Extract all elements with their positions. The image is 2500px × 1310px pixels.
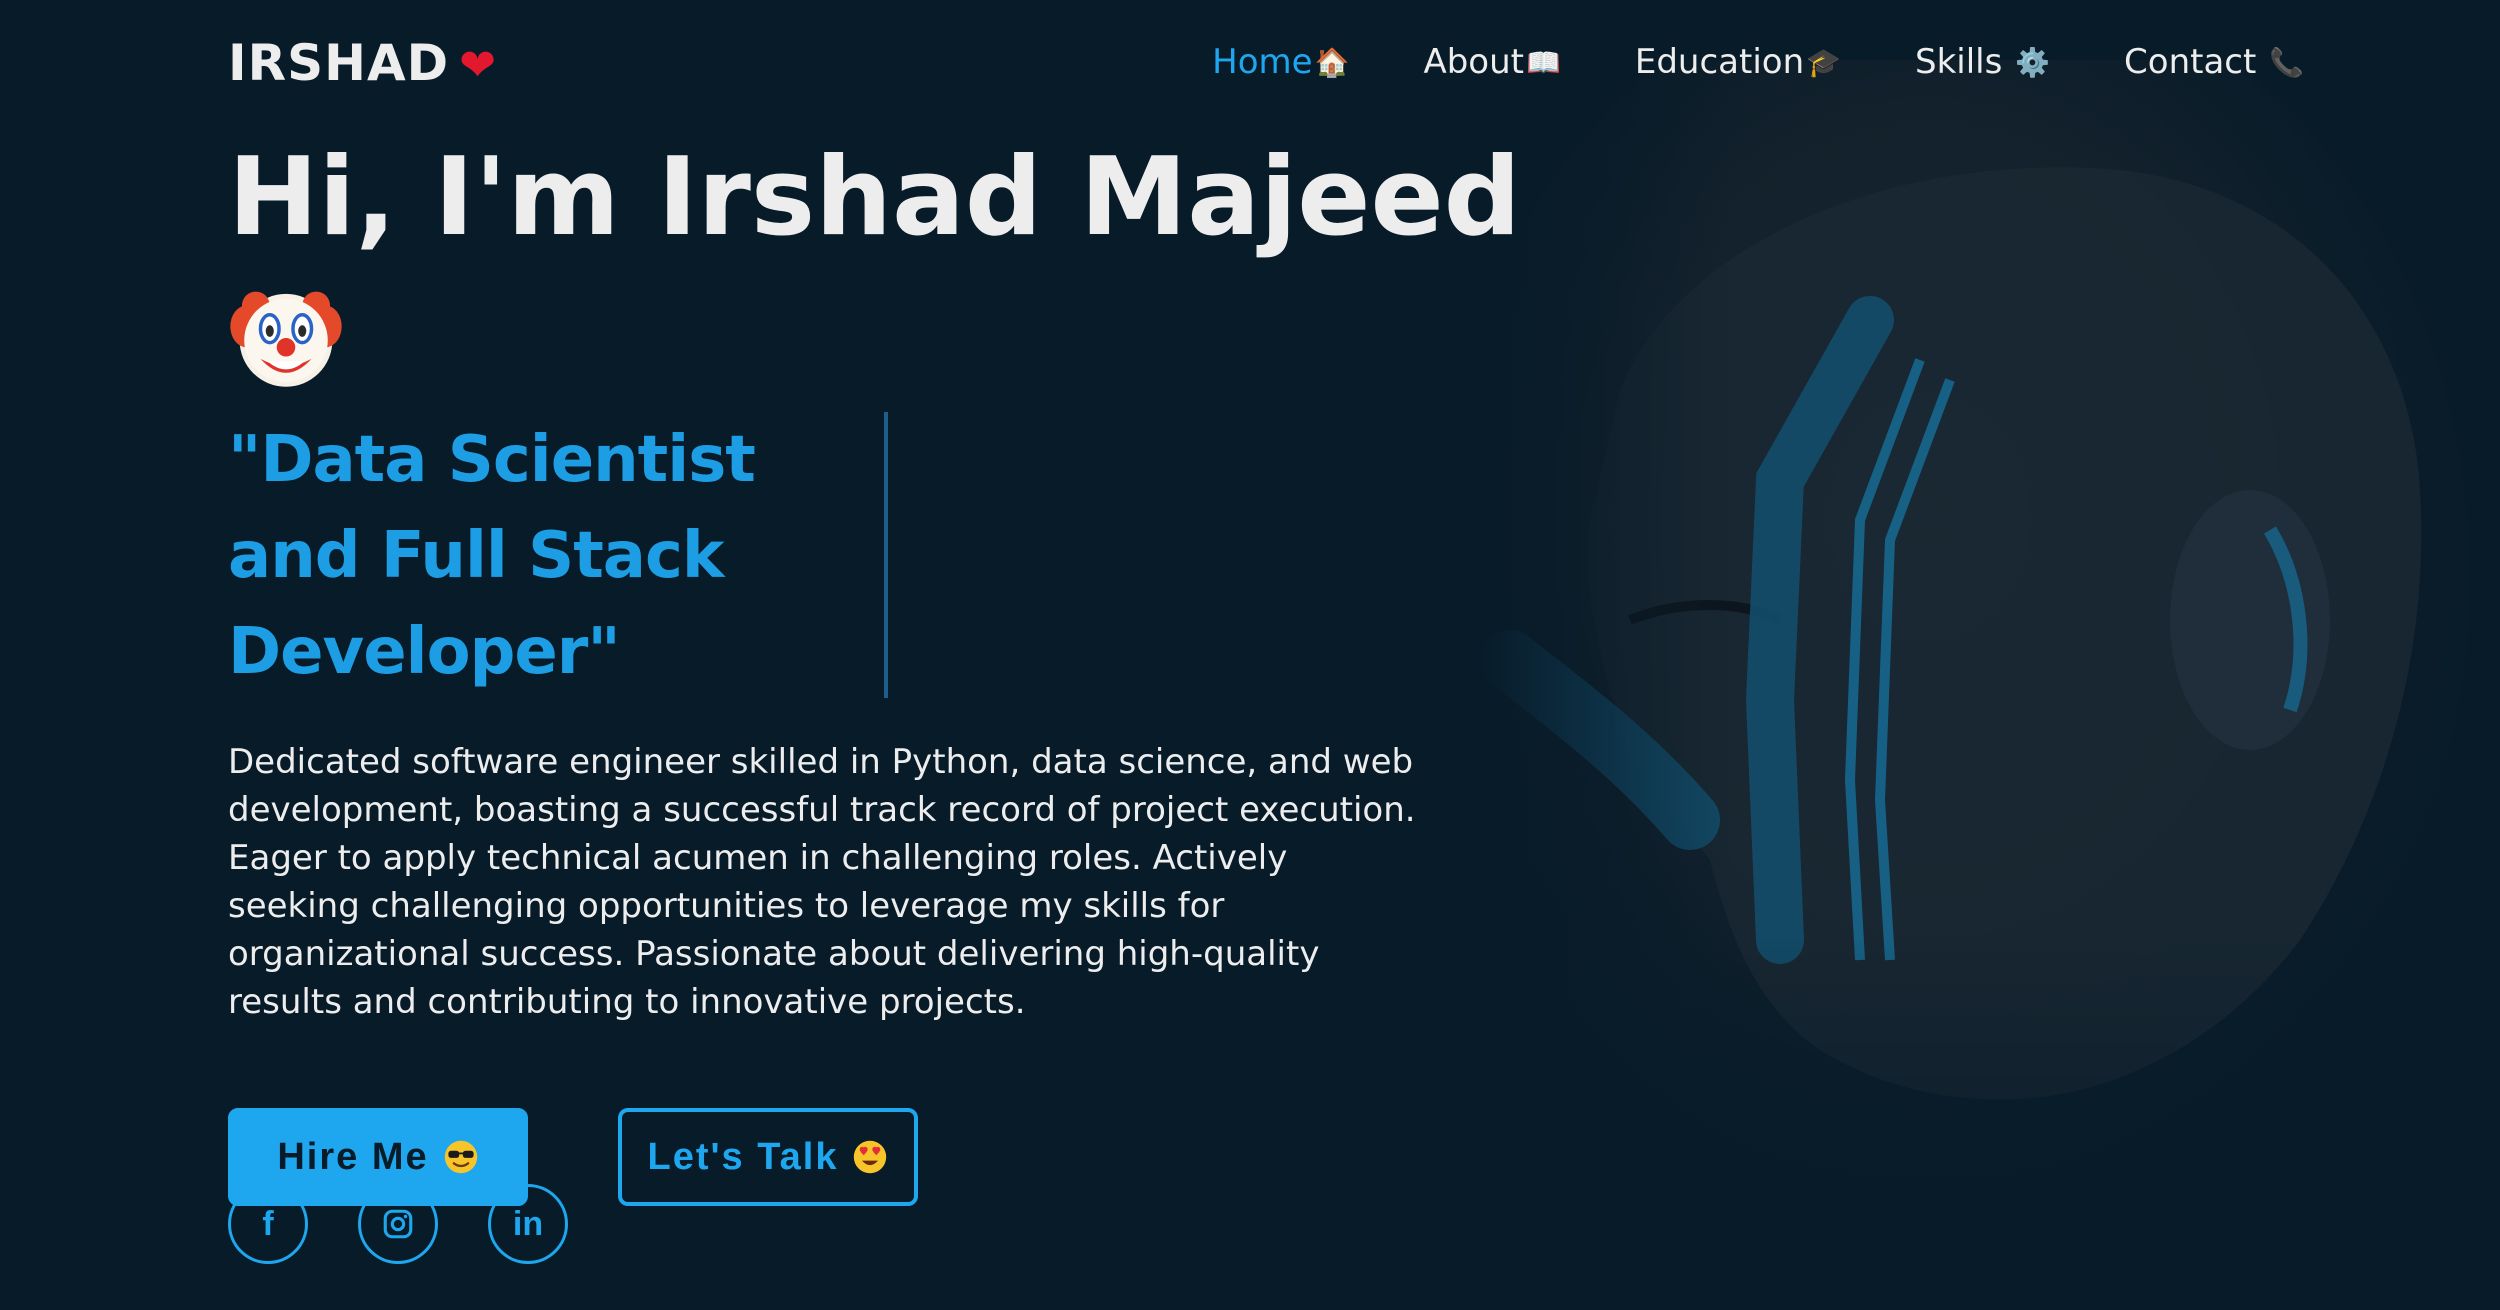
logo-text: IRSHAD: [228, 34, 450, 92]
house-icon: 🏠: [1314, 45, 1350, 79]
hero-subtitle: "Data Scientist and Full Stack Developer…: [228, 423, 756, 689]
main-nav: Home 🏠 About 📖 Education 🎓 Skills ⚙️ Contac…: [1212, 42, 2304, 82]
phone-icon: 📞: [2269, 45, 2304, 79]
hero-title: Hi, I'm Irshad Majeed: [228, 135, 1521, 260]
nav-skills[interactable]: Skills ⚙️: [1915, 42, 2050, 82]
lets-talk-label: Let's Talk: [647, 1135, 839, 1178]
heart-eyes-face-icon: [854, 1140, 887, 1174]
linkedin-link[interactable]: in: [488, 1184, 568, 1264]
logo[interactable]: IRSHAD ❤: [228, 34, 497, 92]
gear-icon: ⚙️: [2015, 45, 2051, 79]
site-header: IRSHAD ❤ Home 🏠 About 📖 Education 🎓 Skills ⚙…: [0, 0, 2500, 130]
page: IRSHAD ❤ Home 🏠 About 📖 Education 🎓 Skills ⚙…: [0, 0, 2500, 1310]
social-links: f in: [228, 1184, 568, 1264]
nav-home-label: Home: [1212, 42, 1313, 82]
nav-home[interactable]: Home 🏠: [1212, 42, 1349, 82]
graduation-cap-icon: 🎓: [1806, 45, 1842, 79]
hero-description: Dedicated software engineer skilled in P…: [228, 742, 1416, 1022]
nav-education-label: Education: [1634, 42, 1805, 82]
clown-face-icon: [230, 291, 342, 387]
nav-education[interactable]: Education 🎓: [1635, 42, 1841, 82]
book-icon: 📖: [1525, 45, 1561, 79]
background-portrait: [1480, 60, 2500, 1310]
heart-icon: ❤: [459, 40, 498, 91]
hire-me-label: Hire Me: [277, 1135, 429, 1178]
instagram-link[interactable]: [358, 1184, 438, 1264]
nav-about[interactable]: About 📖: [1423, 42, 1560, 82]
facebook-icon: f: [262, 1204, 274, 1243]
nav-contact-label: Contact: [2124, 42, 2257, 82]
lets-talk-button[interactable]: Let's Talk: [618, 1108, 918, 1206]
nav-about-label: About: [1423, 42, 1524, 82]
instagram-icon: [383, 1209, 413, 1239]
subtitle-box: "Data Scientist and Full Stack Developer…: [228, 412, 888, 698]
nav-contact[interactable]: Contact 📞: [2124, 42, 2304, 82]
linkedin-icon: in: [512, 1204, 544, 1243]
sunglasses-face-icon: [444, 1140, 477, 1174]
facebook-link[interactable]: f: [228, 1184, 308, 1264]
nav-skills-label: Skills: [1915, 42, 2003, 82]
